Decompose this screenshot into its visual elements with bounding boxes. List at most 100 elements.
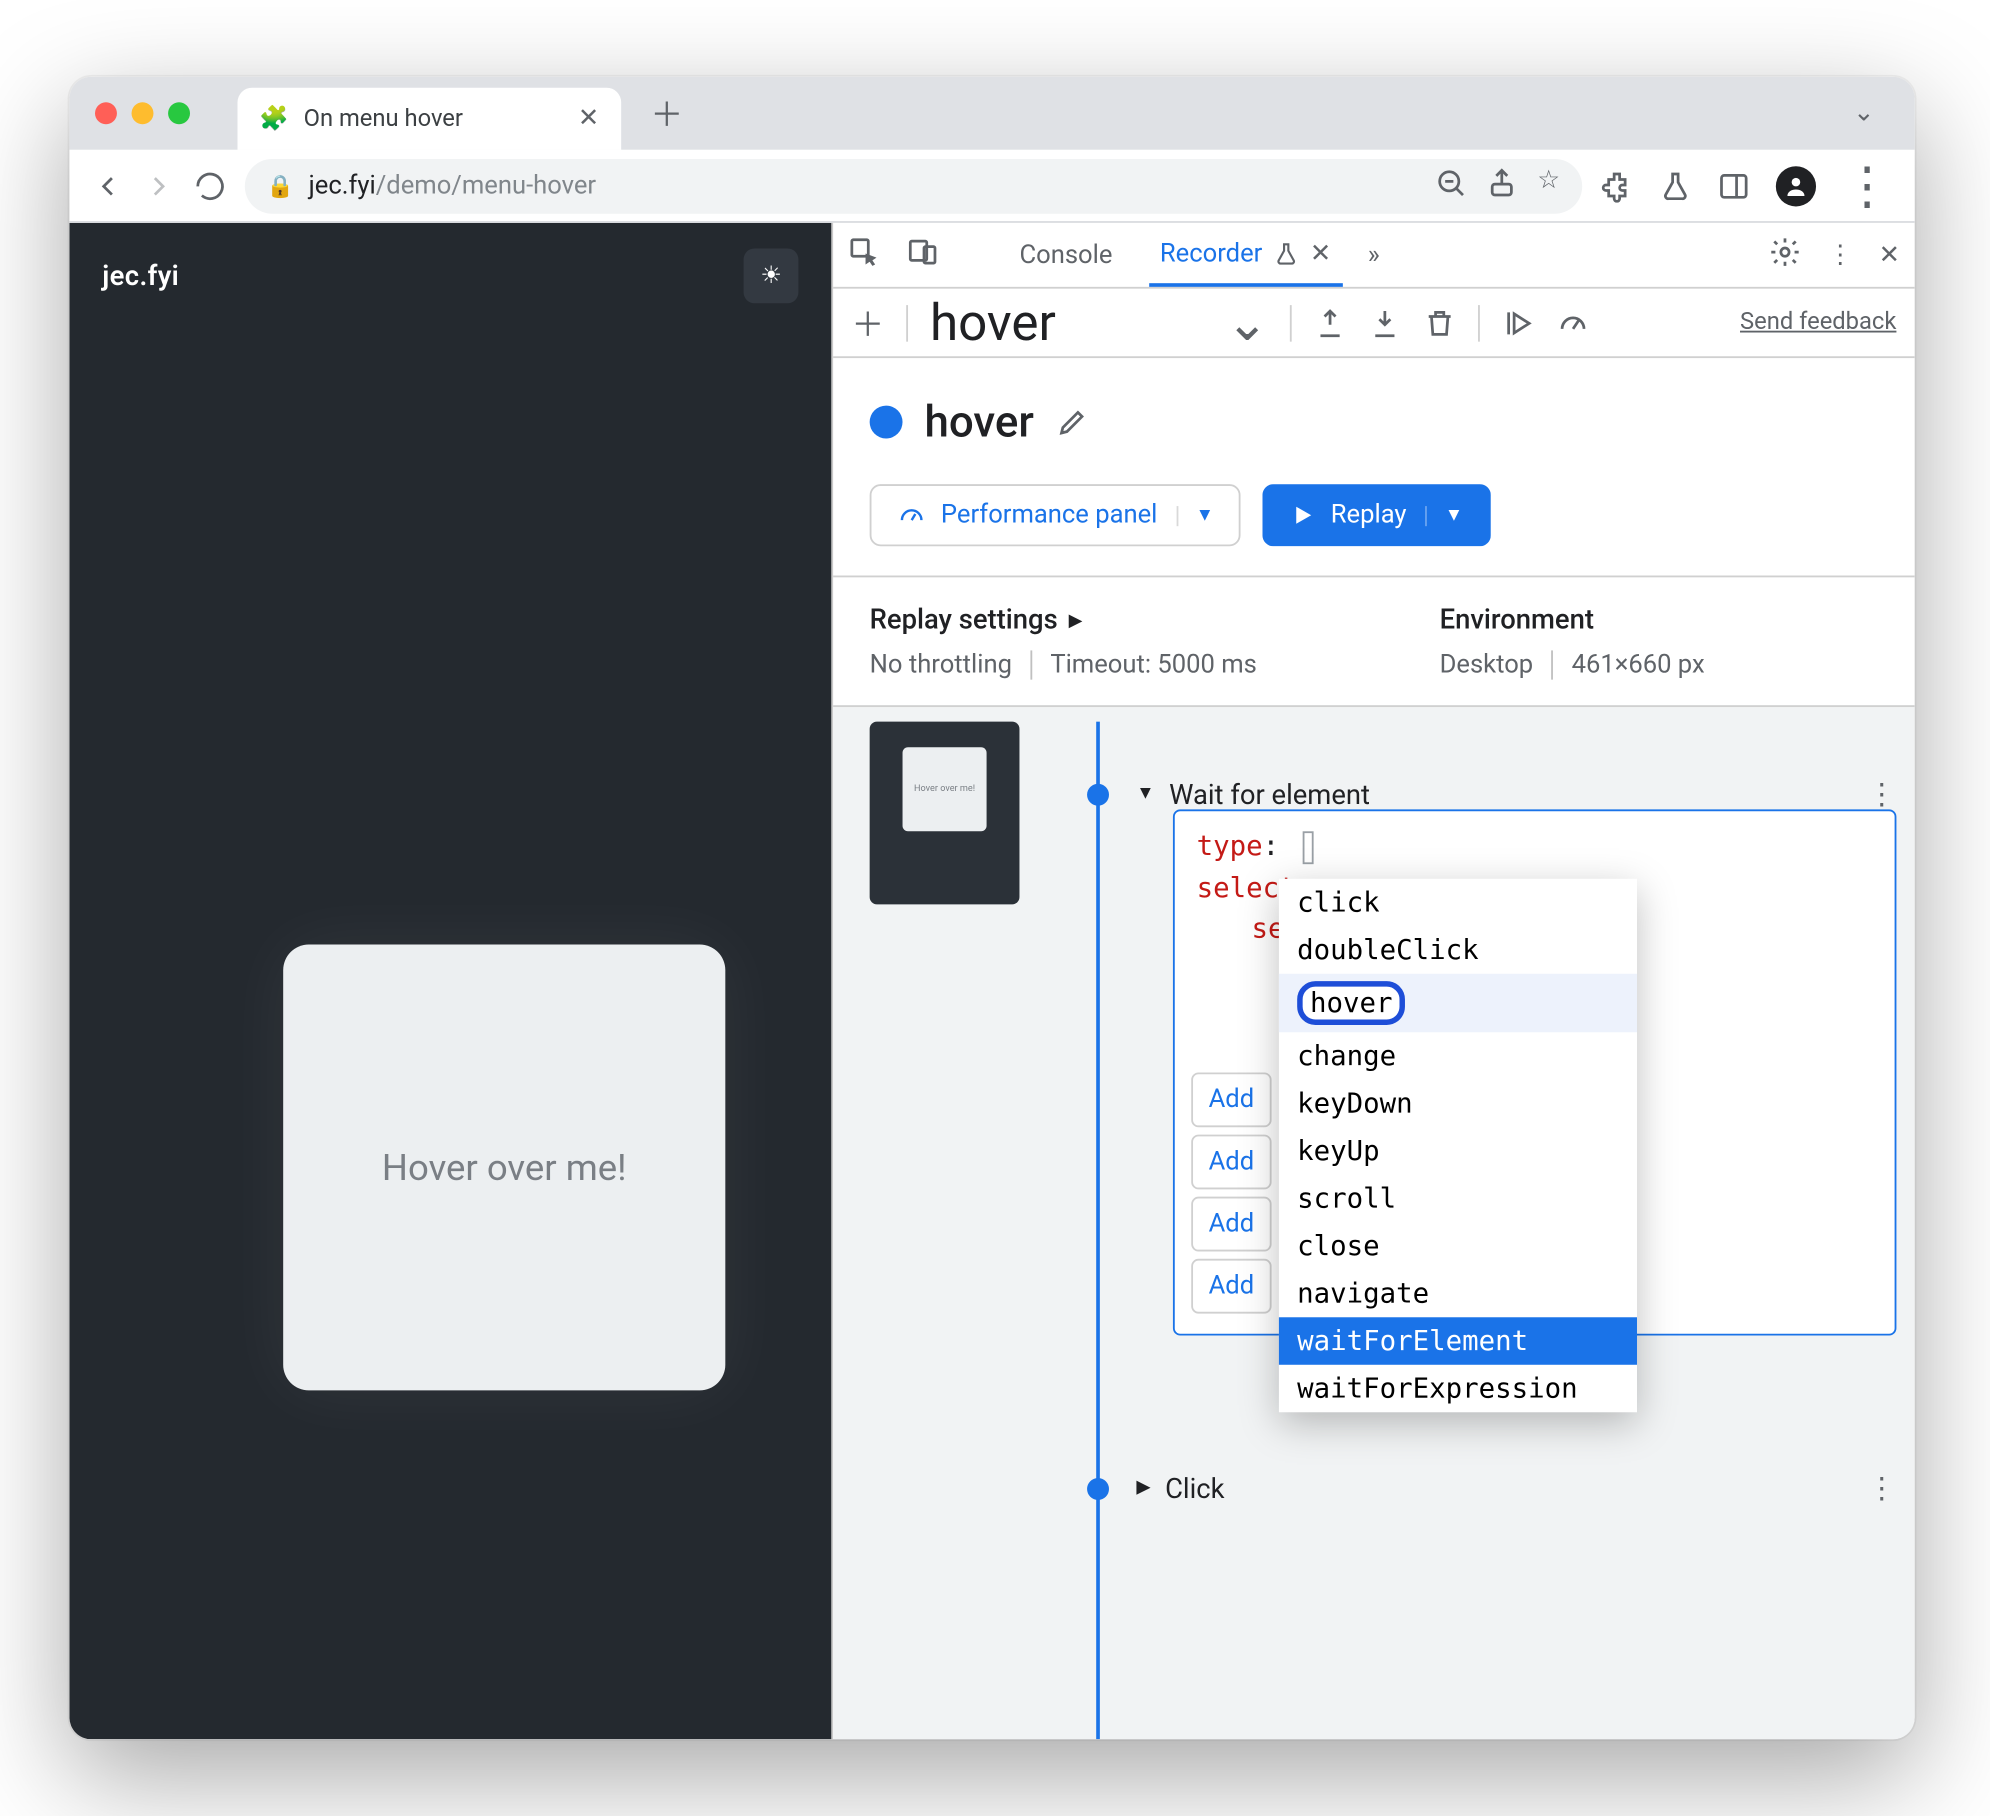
traffic-lights — [95, 102, 190, 124]
option-change[interactable]: change — [1279, 1032, 1637, 1080]
edit-title-button[interactable] — [1056, 391, 1089, 451]
option-click[interactable]: click — [1279, 879, 1637, 927]
throttling-value: No throttling — [870, 650, 1012, 679]
add-button[interactable]: Add — [1191, 1072, 1271, 1127]
step-play-icon[interactable] — [1503, 292, 1536, 352]
close-window-button[interactable] — [95, 102, 117, 124]
option-navigate[interactable]: navigate — [1279, 1270, 1637, 1318]
new-tab-button[interactable]: ＋ — [650, 90, 683, 138]
hover-card[interactable]: Hover over me! — [283, 945, 725, 1391]
url-text: jec.fyi/demo/menu-hover — [309, 171, 596, 200]
option-waitforelement[interactable]: waitForElement — [1279, 1317, 1637, 1365]
option-waitforexpression[interactable]: waitForExpression — [1279, 1365, 1637, 1413]
recording-header: hover — [833, 358, 1915, 484]
tab-recorder[interactable]: Recorder ✕ — [1149, 223, 1342, 287]
option-close[interactable]: close — [1279, 1222, 1637, 1270]
option-keydown[interactable]: keyDown — [1279, 1080, 1637, 1128]
devtools-menu-icon[interactable]: ⋮ — [1827, 240, 1853, 269]
chevron-right-icon: ▸ — [1069, 603, 1083, 636]
zoom-out-icon[interactable] — [1435, 165, 1468, 205]
page-title: jec.fyi — [102, 259, 179, 292]
profile-avatar[interactable] — [1776, 165, 1816, 205]
more-tabs-icon[interactable]: » — [1368, 240, 1380, 269]
new-recording-button[interactable]: ＋ — [851, 299, 884, 347]
step-click[interactable]: ▶ Click ⋮ — [1136, 1471, 1896, 1506]
side-panel-icon[interactable] — [1717, 155, 1750, 215]
env-size: 461×660 px — [1551, 650, 1704, 679]
environment-heading: Environment — [1440, 603, 1705, 636]
add-button[interactable]: Add — [1191, 1197, 1271, 1252]
device-toolbar-icon[interactable] — [906, 235, 939, 275]
tab-console[interactable]: Console — [1009, 223, 1124, 287]
titlebar: 🧩 On menu hover ✕ ＋ ⌄ — [69, 77, 1914, 150]
forward-button[interactable] — [143, 169, 176, 202]
delete-icon[interactable] — [1424, 292, 1457, 352]
tab-favicon: 🧩 — [259, 105, 289, 132]
steps-timeline: Hover over me! ▼ Wait for element ⋮ type… — [833, 705, 1915, 1739]
reload-button[interactable] — [194, 169, 227, 202]
rendered-page: jec.fyi ☀ Hover over me! — [69, 223, 831, 1739]
replay-settings-heading[interactable]: Replay settings ▸ — [870, 603, 1257, 636]
gauge-icon — [897, 501, 926, 530]
import-icon[interactable] — [1369, 292, 1402, 352]
performance-panel-button[interactable]: Performance panel ▼ — [870, 484, 1242, 546]
maximize-window-button[interactable] — [168, 102, 190, 124]
option-doubleclick[interactable]: doubleClick — [1279, 926, 1637, 974]
step-thumbnail: Hover over me! — [870, 722, 1020, 905]
step-type-dropdown[interactable]: click doubleClick hover change keyDown k… — [1279, 879, 1637, 1412]
browser-tab[interactable]: 🧩 On menu hover ✕ — [238, 88, 622, 150]
record-indicator-icon — [870, 405, 903, 438]
share-icon[interactable] — [1486, 165, 1519, 205]
recording-name[interactable]: hover — [930, 292, 1204, 352]
option-scroll[interactable]: scroll — [1279, 1175, 1637, 1223]
theme-toggle-button[interactable]: ☀ — [744, 248, 799, 303]
step-wait-for-element[interactable]: ▼ Wait for element ⋮ — [1136, 776, 1896, 811]
devtools-close-icon[interactable]: ✕ — [1879, 240, 1900, 269]
back-button[interactable] — [91, 169, 124, 202]
option-hover[interactable]: hover — [1279, 974, 1637, 1032]
tab-close-icon[interactable]: ✕ — [1310, 238, 1331, 267]
send-feedback-link[interactable]: Send feedback — [1740, 309, 1896, 336]
recording-actions: Performance panel ▼ Replay ▼ — [833, 484, 1915, 575]
chevron-down-icon[interactable]: ▼ — [1176, 505, 1214, 525]
settings-gear-icon[interactable] — [1769, 235, 1802, 275]
timeline-rail — [1096, 722, 1100, 1740]
address-bar[interactable]: 🔒 jec.fyi/demo/menu-hover ☆ — [245, 158, 1582, 213]
tab-title: On menu hover — [304, 105, 463, 132]
step-menu-button[interactable]: ⋮ — [1867, 776, 1896, 811]
settings-summary: Replay settings ▸ No throttling Timeout:… — [833, 576, 1915, 706]
add-button[interactable]: Add — [1191, 1259, 1271, 1314]
expand-icon: ▶ — [1136, 1478, 1150, 1498]
export-icon[interactable] — [1314, 292, 1347, 352]
step-menu-button[interactable]: ⋮ — [1867, 1471, 1896, 1506]
inspect-element-icon[interactable] — [848, 235, 881, 275]
add-buttons: Add Add Add Add — [1191, 1072, 1271, 1313]
timeout-value: Timeout: 5000 ms — [1030, 650, 1257, 679]
speed-icon[interactable] — [1557, 292, 1590, 352]
replay-button[interactable]: Replay ▼ — [1263, 484, 1490, 546]
extensions-icon[interactable] — [1600, 155, 1633, 215]
tab-close-button[interactable]: ✕ — [578, 104, 599, 133]
browser-menu-icon[interactable]: ⋮ — [1842, 155, 1893, 215]
browser-toolbar: 🔒 jec.fyi/demo/menu-hover ☆ — [69, 150, 1914, 223]
thumbnail-card: Hover over me! — [903, 747, 987, 831]
option-keyup[interactable]: keyUp — [1279, 1127, 1637, 1175]
chevron-down-icon[interactable]: ▼ — [1425, 505, 1463, 525]
recording-title: hover — [924, 396, 1033, 447]
flask-icon — [1273, 240, 1299, 266]
bookmark-star-icon[interactable]: ☆ — [1537, 165, 1560, 205]
type-input[interactable] — [1303, 830, 1314, 863]
recorder-toolbar: ＋ hover ⌄ — [833, 289, 1915, 358]
hover-card-text: Hover over me! — [382, 1146, 627, 1190]
devtools-panel: Console Recorder ✕ » ⋮ ✕ ＋ hov — [831, 223, 1914, 1739]
devtools-tabstrip: Console Recorder ✕ » ⋮ ✕ — [833, 223, 1915, 289]
minimize-window-button[interactable] — [132, 102, 154, 124]
tab-overflow-button[interactable]: ⌄ — [1853, 99, 1889, 128]
content-area: jec.fyi ☀ Hover over me! Console Recorde… — [69, 223, 1914, 1739]
browser-window: 🧩 On menu hover ✕ ＋ ⌄ 🔒 jec.fyi/demo/men… — [69, 77, 1914, 1740]
labs-icon[interactable] — [1659, 155, 1692, 215]
add-button[interactable]: Add — [1191, 1135, 1271, 1190]
timeline-node — [1087, 1478, 1109, 1500]
recording-dropdown-icon[interactable]: ⌄ — [1226, 292, 1269, 352]
lock-icon: 🔒 — [267, 173, 294, 199]
